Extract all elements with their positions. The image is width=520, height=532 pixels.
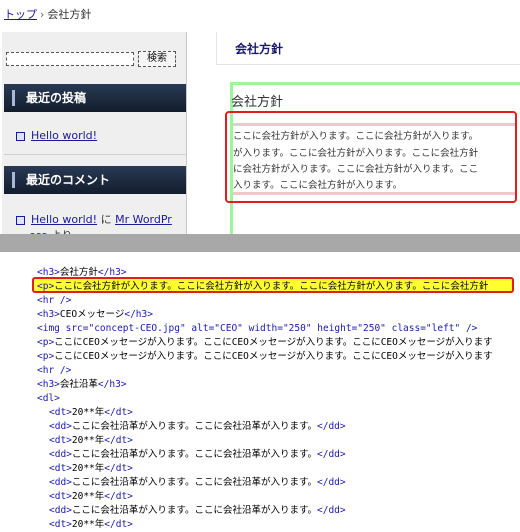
tag-close: </dd> (317, 477, 346, 488)
code-text: 20**年 (71, 435, 105, 446)
sidebar-divider (4, 154, 186, 155)
code-line-dd: <dd>ここに会社沿革が入ります。ここに会社沿革が入ります。</dd> (49, 476, 346, 490)
code-line-dl: <dl> (37, 393, 60, 404)
tag-open: <dt> (49, 435, 72, 446)
code-line-h3: <h3>会社沿革</h3> (37, 378, 127, 392)
code-line-dt: <dt>20**年</dt> (49, 406, 133, 420)
tag-close: </h3> (97, 379, 127, 390)
recent-comment-item: Hello world! に Mr WordPr (16, 211, 172, 227)
code-line-h3: <h3>CEOメッセージ</h3> (37, 308, 153, 322)
code-line-dd: <dd>ここに会社沿革が入ります。ここに会社沿革が入ります。</dd> (49, 448, 346, 462)
code-line-img: <img src="concept-CEO.jpg" alt="CEO" wid… (37, 323, 478, 334)
tag-open: <dt> (49, 463, 72, 474)
code-line-hr: <hr /> (37, 365, 72, 376)
tag-close: </dd> (317, 421, 346, 432)
comment-author-link[interactable]: Mr WordPr (115, 213, 172, 226)
tag-open: <dd> (49, 477, 72, 488)
tag-close: </dt> (104, 463, 133, 474)
tag-open: <dd> (49, 449, 72, 460)
tag-close: </dd> (317, 505, 346, 516)
tag-open: <p> (37, 337, 55, 348)
code-line-dt: <dt>20**年</dt> (49, 462, 133, 476)
highlight-outline (225, 111, 517, 203)
sidebar: 検索 最近の投稿 Hello world! 最近のコメント Hello worl… (2, 32, 187, 234)
code-line-dd: <dd>ここに会社沿革が入ります。ここに会社沿革が入ります。</dd> (49, 420, 346, 434)
tag-open: <dd> (49, 505, 72, 516)
breadcrumb-current: 会社方針 (47, 8, 92, 21)
code-text: 20**年 (71, 491, 105, 502)
code-text: ここにCEOメッセージが入ります。ここにCEOメッセージが入ります。ここにCEO… (54, 351, 493, 362)
code-text: 会社沿革 (59, 379, 98, 390)
breadcrumb-home-link[interactable]: トップ (4, 8, 37, 21)
recent-post-link[interactable]: Hello world! (31, 129, 97, 142)
heading-bar-icon (12, 172, 15, 188)
code-line-p: <p>ここにCEOメッセージが入ります。ここにCEOメッセージが入ります。ここに… (37, 350, 493, 364)
comment-post-link[interactable]: Hello world! (31, 213, 97, 226)
code-line-dd: <dd>ここに会社沿革が入ります。ここに会社沿革が入ります。</dd> (49, 504, 346, 518)
tag-close: </dt> (104, 407, 133, 418)
recent-posts-heading-text: 最近の投稿 (26, 91, 87, 105)
breadcrumb: トップ › 会社方針 (4, 6, 91, 22)
code-line-p: <p>ここにCEOメッセージが入ります。ここにCEOメッセージが入ります。ここに… (37, 336, 493, 350)
highlighted-line-outline (32, 277, 514, 293)
tag-open: <p> (37, 351, 55, 362)
code-text: ここに会社沿革が入ります。ここに会社沿革が入ります。 (71, 449, 317, 460)
tag-close: </dt> (104, 435, 133, 446)
comment-connector: に (100, 213, 112, 226)
breadcrumb-separator: › (40, 8, 45, 21)
code-line-dt: <dt>20**年</dt> (49, 434, 133, 448)
tag-open: <dt> (49, 491, 72, 502)
code-text: CEOメッセージ (59, 309, 125, 320)
code-text: 20**年 (71, 407, 105, 418)
article-title: 会社方針 (231, 95, 284, 110)
code-text: ここに会社沿革が入ります。ここに会社沿革が入ります。 (71, 477, 317, 488)
tag-open: <dt> (49, 407, 72, 418)
code-line-dt: <dt>20**年</dt> (49, 518, 133, 532)
tag-open: <h3> (37, 309, 60, 320)
code-text: ここに会社沿革が入ります。ここに会社沿革が入ります。 (71, 421, 317, 432)
code-line-hr: <hr /> (37, 295, 72, 306)
recent-comments-heading: 最近のコメント (4, 166, 186, 194)
code-text: 20**年 (71, 463, 105, 474)
code-text: ここにCEOメッセージが入ります。ここにCEOメッセージが入ります。ここにCEO… (54, 337, 493, 348)
heading-bar-icon (12, 90, 15, 106)
code-line-dt: <dt>20**年</dt> (49, 490, 133, 504)
search-button[interactable]: 検索 (138, 51, 176, 67)
recent-comments-heading-text: 最近のコメント (26, 173, 111, 187)
search-input[interactable] (6, 52, 134, 66)
tag-close: </dd> (317, 449, 346, 460)
tag-open: <h3> (37, 379, 60, 390)
recent-comment-item-continued: ess より (29, 227, 73, 234)
browser-page: トップ › 会社方針 検索 最近の投稿 Hello world! 最近のコメント H… (0, 0, 520, 234)
recent-posts-heading: 最近の投稿 (4, 84, 186, 112)
code-text: ここに会社沿革が入ります。ここに会社沿革が入ります。 (71, 505, 317, 516)
recent-post-item[interactable]: Hello world! (16, 129, 97, 142)
tag-close: </h3> (124, 309, 153, 320)
tag-open: <dd> (49, 421, 72, 432)
tag-close: </dt> (104, 491, 133, 502)
separator-band (0, 234, 520, 252)
page-title: 会社方針 (235, 42, 284, 56)
content-heading-row: 会社方針 (216, 32, 520, 65)
bullet-square-icon (16, 215, 25, 225)
bullet-square-icon (16, 131, 25, 141)
